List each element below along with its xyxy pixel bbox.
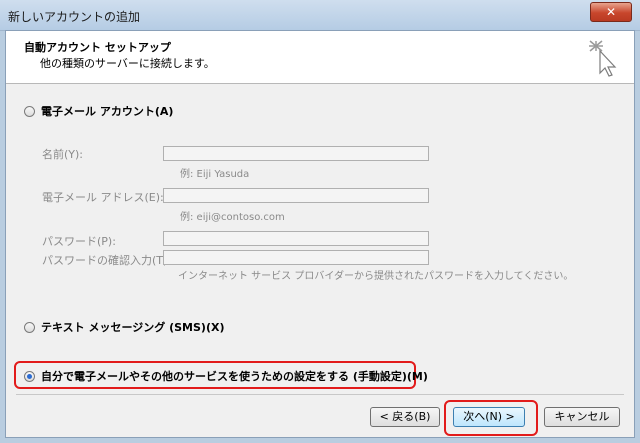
password-hint: インターネット サービス プロバイダーから提供されたパスワードを入力してください…	[178, 271, 574, 282]
email-label: 電子メール アドレス(E):	[42, 191, 164, 204]
header-subtitle: 他の種類のサーバーに接続します。	[40, 57, 215, 70]
wizard-cursor-icon	[589, 40, 617, 77]
manual-setup-label: 自分で電子メールやその他のサービスを使うための設定をする (手動設定)(M)	[41, 370, 428, 383]
email-account-radio[interactable]	[24, 105, 35, 117]
wizard-dialog: 自動アカウント セットアップ 他の種類のサーバーに接続します。 電子メール アカ…	[5, 30, 635, 438]
password-confirm-label: パスワードの確認入力(T):	[42, 254, 172, 267]
text-messaging-label: テキスト メッセージング (SMS)(X)	[41, 321, 225, 334]
email-input[interactable]	[163, 188, 429, 203]
manual-setup-option[interactable]: 自分で電子メールやその他のサービスを使うための設定をする (手動設定)(M)	[24, 368, 428, 384]
name-hint: 例: Eiji Yasuda	[180, 169, 250, 180]
text-messaging-radio[interactable]	[24, 321, 35, 333]
name-label: 名前(Y):	[42, 148, 84, 161]
back-button[interactable]: < 戻る(B)	[370, 407, 440, 427]
password-confirm-input[interactable]	[163, 250, 429, 265]
next-button[interactable]: 次へ(N) >	[453, 407, 525, 427]
email-hint: 例: eiji@contoso.com	[180, 212, 285, 223]
password-input[interactable]	[163, 231, 429, 246]
cancel-button[interactable]: キャンセル	[544, 407, 620, 427]
email-account-label: 電子メール アカウント(A)	[41, 105, 174, 118]
text-messaging-option[interactable]: テキスト メッセージング (SMS)(X)	[24, 319, 225, 335]
email-account-option[interactable]: 電子メール アカウント(A)	[24, 103, 173, 119]
password-label: パスワード(P):	[42, 235, 116, 248]
close-icon: ✕	[605, 5, 617, 19]
name-input[interactable]	[163, 146, 429, 161]
window-title: 新しいアカウントの追加	[8, 10, 141, 24]
manual-setup-radio[interactable]	[24, 370, 35, 382]
title-bar: 新しいアカウントの追加 ✕	[0, 0, 640, 31]
footer-separator	[16, 394, 624, 395]
wizard-header: 自動アカウント セットアップ 他の種類のサーバーに接続します。	[6, 31, 634, 84]
close-button[interactable]: ✕	[590, 2, 632, 22]
header-title: 自動アカウント セットアップ	[24, 41, 171, 54]
